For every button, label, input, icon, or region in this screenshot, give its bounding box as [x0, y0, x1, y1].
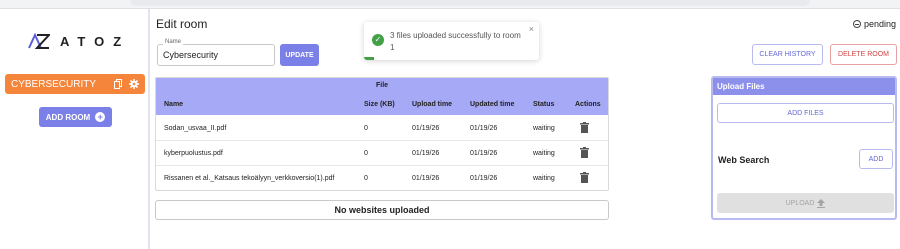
copy-icon[interactable]: [114, 79, 122, 89]
column-header-updated-time[interactable]: Updated time: [470, 101, 514, 108]
column-header-upload-time[interactable]: Upload time: [412, 101, 452, 108]
file-updated-time: 01/19/26: [470, 150, 498, 157]
upload-icon: [817, 198, 826, 208]
table-row: Rissanen et al._Katsaus tekoälyyn_verkko…: [156, 166, 608, 191]
file-size: 0: [364, 175, 368, 182]
page-title: Edit room: [156, 17, 208, 31]
file-status: waiting: [533, 150, 555, 157]
trash-icon[interactable]: [580, 147, 589, 158]
file-name: Sodan_usvaa_II.pdf: [164, 125, 227, 132]
column-header-name[interactable]: Name: [164, 101, 183, 108]
status-text: pending: [863, 19, 896, 29]
table-row: Sodan_usvaa_II.pdf 0 01/19/26 01/19/26 w…: [156, 116, 608, 141]
web-search-label: Web Search: [718, 155, 770, 165]
file-upload-time: 01/19/26: [412, 175, 440, 182]
upload-label: UPLOAD: [785, 199, 815, 207]
column-header-size[interactable]: Size (KB): [364, 101, 395, 108]
atoz-logo-icon: [28, 33, 50, 49]
trash-icon[interactable]: [580, 122, 589, 133]
file-updated-time: 01/19/26: [470, 125, 498, 132]
room-name-label: Name: [163, 39, 184, 45]
room-label: CYBERSECURITY: [11, 78, 97, 90]
files-table: File Name Size (KB) Upload time Updated …: [155, 77, 609, 191]
browser-toolbar: [0, 0, 900, 9]
pending-icon: [852, 20, 861, 28]
upload-button[interactable]: UPLOAD: [717, 193, 894, 213]
table-group-header: File: [375, 82, 389, 89]
logo: ATOZ: [28, 33, 130, 49]
table-row: kyberpuolustus.pdf 0 01/19/26 01/19/26 w…: [156, 141, 608, 166]
close-icon[interactable]: ×: [529, 24, 534, 34]
upload-panel-title: Upload Files: [713, 78, 895, 95]
file-status: waiting: [533, 125, 555, 132]
toast-message: 3 files uploaded successfully to room 1: [390, 31, 521, 52]
upload-panel: Upload Files ADD FILES Web Search ADD UP…: [711, 76, 897, 220]
delete-room-button[interactable]: DELETE ROOM: [830, 44, 897, 65]
toast-progress: [364, 57, 374, 60]
add-website-button[interactable]: ADD: [859, 149, 893, 169]
column-header-actions: Actions: [575, 101, 601, 108]
clear-history-button[interactable]: CLEAR HISTORY: [752, 44, 823, 65]
file-updated-time: 01/19/26: [470, 175, 498, 182]
check-circle-icon: ✓: [372, 34, 384, 46]
trash-icon[interactable]: [580, 172, 589, 183]
file-status: waiting: [533, 175, 555, 182]
add-room-label: ADD ROOM: [45, 112, 91, 122]
status-indicator: pending: [852, 19, 896, 29]
file-size: 0: [364, 125, 368, 132]
gear-icon[interactable]: [129, 79, 139, 89]
room-name-input[interactable]: [163, 50, 268, 60]
update-button[interactable]: UPDATE: [280, 44, 319, 66]
room-name-field[interactable]: Name: [157, 39, 275, 66]
file-upload-time: 01/19/26: [412, 150, 440, 157]
add-room-button[interactable]: ADD ROOM +: [39, 107, 112, 127]
app-root: ATOZ CYBERSECURITY ADD ROOM + Edit room …: [0, 0, 900, 249]
plus-circle-icon: +: [95, 112, 106, 122]
sidebar: ATOZ CYBERSECURITY ADD ROOM +: [0, 9, 150, 249]
sidebar-item-cybersecurity[interactable]: CYBERSECURITY: [5, 74, 145, 94]
address-bar[interactable]: [130, 0, 810, 6]
file-name: Rissanen et al._Katsaus tekoälyyn_verkko…: [164, 175, 335, 182]
websites-empty-state: No websites uploaded: [155, 200, 609, 220]
success-toast: ✓ 3 files uploaded successfully to room …: [364, 22, 539, 60]
table-header: File Name Size (KB) Upload time Updated …: [156, 78, 608, 115]
column-header-status[interactable]: Status: [533, 101, 554, 108]
logo-text: ATOZ: [60, 33, 131, 49]
file-upload-time: 01/19/26: [412, 125, 440, 132]
file-size: 0: [364, 150, 368, 157]
file-name: kyberpuolustus.pdf: [164, 150, 223, 157]
add-files-button[interactable]: ADD FILES: [717, 103, 894, 123]
